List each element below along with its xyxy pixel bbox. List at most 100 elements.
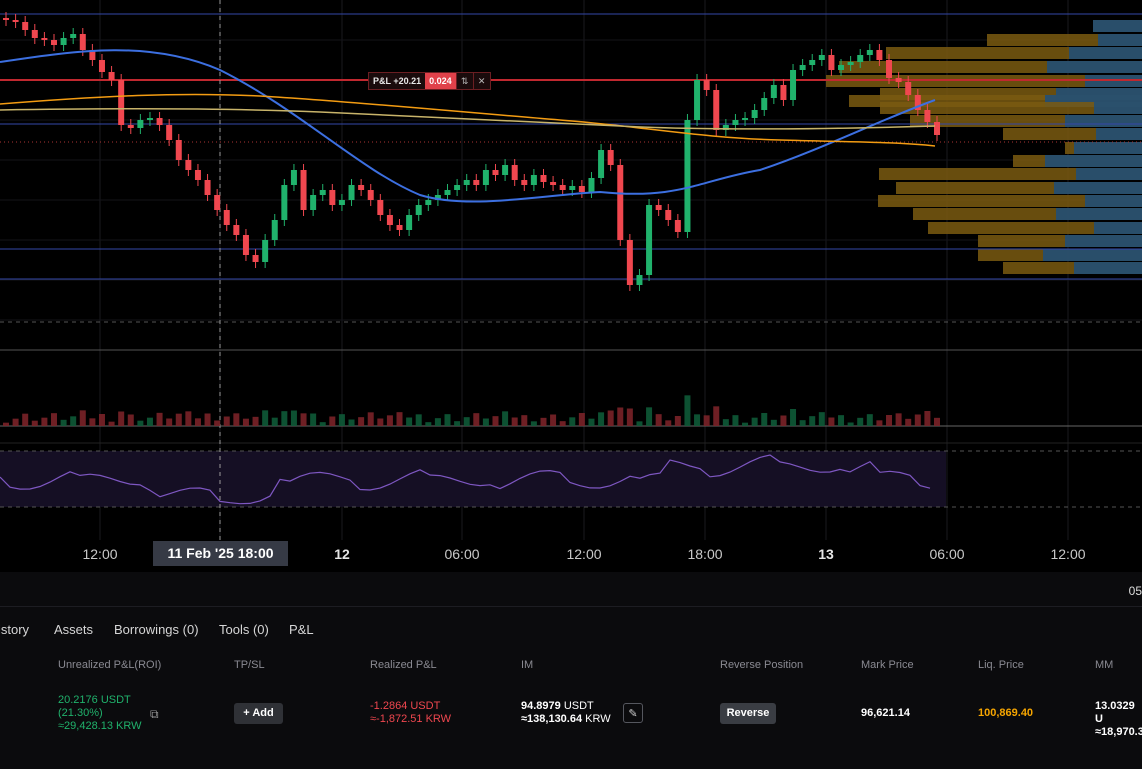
volume-bar [905, 418, 912, 426]
candle-body [204, 180, 211, 195]
crosshair-time-label: 11 Feb '25 18:00 [153, 541, 288, 566]
candle-body [482, 170, 489, 185]
header-tpsl: TP/SL [234, 659, 265, 671]
candle-body [194, 170, 201, 180]
add-tpsl-button[interactable]: + Add [234, 703, 283, 724]
candle-body [166, 125, 173, 140]
candle-body [262, 240, 269, 262]
unrealized-usdt: 20.2176 USDT [58, 694, 131, 706]
candle-body [41, 38, 48, 40]
plus-icon: + [243, 707, 250, 719]
candle-body [377, 200, 384, 215]
tab-borrowings[interactable]: Borrowings (0) [114, 622, 199, 637]
candle-body [626, 240, 633, 285]
chart-canvas[interactable] [0, 0, 1142, 572]
volume-bar [31, 420, 38, 426]
candle-body [271, 220, 278, 240]
volume-bar [3, 422, 9, 426]
im-usdt-unit: USDT [563, 700, 594, 712]
volume-bar [703, 415, 710, 426]
swap-vertical-icon[interactable]: ⇅ [455, 73, 473, 89]
volume-bar [252, 416, 259, 426]
info-strip: 05 [0, 572, 1142, 607]
im-usdt-value: 94.8979 [521, 700, 561, 712]
candle-body [396, 225, 403, 230]
candle-body [569, 186, 576, 190]
time-tick-label: 12:00 [82, 546, 118, 562]
volume-bar [98, 414, 105, 426]
time-tick-label: 13 [818, 546, 834, 562]
candle-body [809, 60, 816, 65]
candle-body [310, 195, 317, 210]
candle-body [12, 20, 19, 22]
volume-bar [492, 416, 499, 426]
volume-bar [12, 418, 19, 426]
reverse-button[interactable]: Reverse [720, 703, 776, 724]
candle-body [329, 190, 336, 205]
position-pnl-tag[interactable]: P&L +20.21 0.024 ⇅ ✕ [368, 72, 491, 90]
tab-history[interactable]: istory [0, 622, 29, 637]
header-reverse-position: Reverse Position [720, 659, 804, 671]
volume-profile-bar [1054, 182, 1142, 194]
candle-body [415, 205, 422, 215]
tab-assets[interactable]: Assets [54, 622, 93, 637]
pnl-tag-value: 0.024 [425, 73, 456, 89]
positions-table: Unrealized P&L(ROI) TP/SL Realized P&L I… [0, 647, 1142, 769]
volume-profile-bar [1085, 195, 1142, 207]
volume-bar [502, 411, 509, 426]
tab-pnl[interactable]: P&L [289, 622, 314, 637]
volume-bar [262, 410, 269, 426]
time-tick-label: 06:00 [929, 546, 965, 562]
volume-bar [406, 417, 413, 426]
candle-body [242, 235, 249, 255]
volume-bar [50, 413, 57, 426]
candle-body [732, 120, 739, 125]
volume-bar [866, 414, 873, 426]
time-tick-label: 12:00 [1050, 546, 1086, 562]
volume-bar [895, 413, 902, 426]
volume-bar [386, 415, 393, 426]
volume-bar [329, 416, 336, 426]
volume-bar [60, 419, 67, 426]
volume-bar [463, 417, 470, 426]
volume-bar [233, 413, 240, 426]
volume-profile-bar [1056, 208, 1142, 220]
price-chart[interactable]: P&L +20.21 0.024 ⇅ ✕ 11 Feb '25 18:00 12… [0, 0, 1142, 572]
volume-bar [751, 417, 758, 426]
volume-bar [530, 421, 537, 426]
candle-body [127, 125, 134, 128]
volume-bar [348, 419, 355, 426]
volume-bar [934, 417, 940, 426]
mark-price: 96,621.14 [861, 707, 910, 719]
close-icon[interactable]: ✕ [472, 73, 490, 89]
volume-bar [482, 418, 489, 426]
edit-icon[interactable]: ✎ [623, 703, 643, 723]
candle-body [866, 50, 873, 55]
external-link-icon[interactable]: ⧉ [150, 707, 159, 722]
volume-profile-bar [1074, 142, 1142, 154]
volume-bar [319, 422, 326, 426]
tab-tools[interactable]: Tools (0) [219, 622, 269, 637]
candle-body [886, 60, 893, 78]
volume-bar [166, 418, 173, 426]
volume-profile-bar [1065, 115, 1142, 127]
mm-krw: ≈18,970.3 [1095, 726, 1142, 738]
volume-bar [876, 420, 883, 426]
volume-profile-bar [1047, 61, 1142, 73]
candle-body [559, 185, 566, 190]
volume-bar [732, 415, 739, 426]
volume-bar [223, 416, 230, 426]
volume-bar [655, 414, 662, 426]
candle-body [838, 65, 845, 70]
volume-bar [70, 416, 77, 426]
header-liq-price: Liq. Price [978, 659, 1024, 671]
candle-body [646, 205, 653, 275]
time-tick-label: 12 [334, 546, 350, 562]
candle-body [876, 50, 883, 60]
time-tick-label: 18:00 [687, 546, 723, 562]
volume-profile-bar [1098, 34, 1142, 46]
candle-body [281, 185, 288, 220]
candle-body [425, 200, 432, 205]
volume-bar [646, 407, 653, 426]
candle-body [751, 110, 758, 118]
